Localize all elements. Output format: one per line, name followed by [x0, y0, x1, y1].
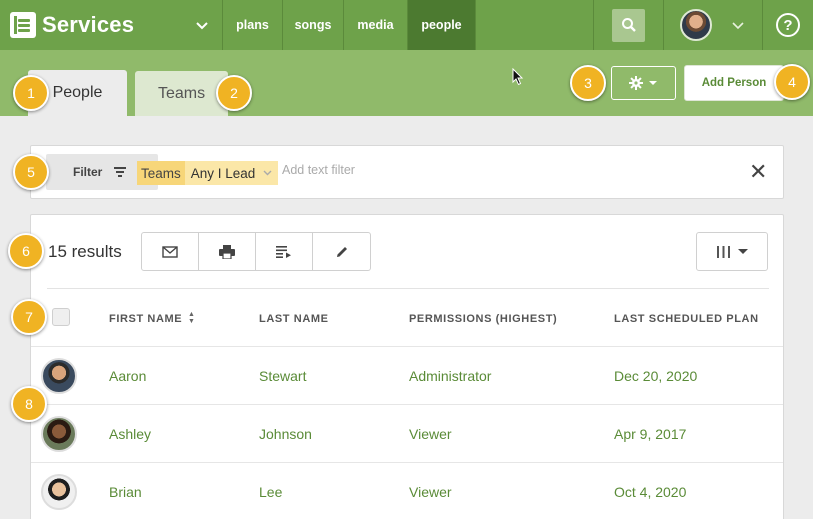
column-header-last-plan[interactable]: LAST SCHEDULED PLAN: [614, 313, 759, 325]
avatar: [41, 416, 77, 452]
gear-icon: [629, 76, 643, 90]
chevron-down-icon: [263, 168, 272, 178]
email-button[interactable]: [142, 233, 199, 270]
columns-button[interactable]: [696, 232, 768, 271]
mouse-cursor-icon: [512, 68, 524, 86]
avatar: [41, 474, 77, 510]
table-row[interactable]: Brian Lee Viewer Oct 4, 2020: [31, 462, 783, 519]
nav-plans[interactable]: plans: [223, 0, 283, 50]
permission-link[interactable]: Viewer: [409, 426, 452, 442]
callout-3: 3: [570, 65, 606, 101]
caret-down-icon: [737, 248, 748, 254]
chevron-down-icon: [732, 17, 744, 33]
last-plan-link[interactable]: Apr 9, 2017: [614, 426, 686, 442]
services-logo-icon: [10, 12, 36, 38]
avatar: [680, 9, 712, 41]
chevron-down-icon: [196, 18, 208, 33]
last-name-link[interactable]: Stewart: [259, 368, 306, 384]
tab-teams[interactable]: Teams: [135, 71, 228, 116]
search-icon: [621, 18, 636, 32]
permission-link[interactable]: Administrator: [409, 368, 491, 384]
columns-icon: [716, 245, 730, 258]
playlist-icon: [276, 245, 291, 258]
callout-4: 4: [774, 64, 810, 100]
filter-chip-key: Teams: [137, 161, 185, 185]
bulk-actions: [141, 232, 371, 271]
close-icon[interactable]: ✕: [749, 160, 767, 184]
print-button[interactable]: [199, 233, 256, 270]
permission-link[interactable]: Viewer: [409, 484, 452, 500]
callout-7: 7: [11, 299, 47, 335]
first-name-link[interactable]: Brian: [109, 484, 142, 500]
column-header-permissions[interactable]: PERMISSIONS (HIGHEST): [409, 313, 557, 325]
sort-icon[interactable]: ▲ ▼: [188, 311, 195, 325]
nav-people[interactable]: people: [408, 0, 476, 50]
search-button[interactable]: [612, 8, 645, 42]
edit-button[interactable]: [313, 233, 370, 270]
mail-icon: [162, 245, 178, 258]
column-header-first-name[interactable]: FIRST NAME: [109, 313, 182, 325]
print-icon: [219, 244, 235, 259]
text-filter-input[interactable]: Add text filter: [282, 163, 355, 177]
filter-label: Filter: [73, 165, 103, 179]
callout-5: 5: [13, 154, 49, 190]
help-icon[interactable]: ?: [776, 13, 800, 37]
callout-6: 6: [8, 233, 44, 269]
filter-icon: [114, 167, 127, 177]
results-panel: 15 results FIRST NAME ▲ ▼ LAST NAME PERMI…: [30, 214, 784, 519]
select-all-checkbox[interactable]: [52, 308, 70, 326]
page-header: People Teams Add Person: [0, 50, 813, 116]
top-nav: Services plans songs media people ?: [0, 0, 813, 50]
callout-2: 2: [216, 75, 252, 111]
callout-8: 8: [11, 386, 47, 422]
add-to-list-button[interactable]: [256, 233, 313, 270]
table-row[interactable]: Ashley Johnson Viewer Apr 9, 2017: [31, 404, 783, 462]
results-count: 15 results: [48, 242, 122, 261]
app-title: Services: [42, 12, 135, 37]
caret-down-icon: [649, 81, 657, 85]
callout-1: 1: [13, 75, 49, 111]
first-name-link[interactable]: Aaron: [109, 368, 146, 384]
avatar: [41, 358, 77, 394]
pencil-icon: [336, 246, 347, 257]
last-name-link[interactable]: Johnson: [259, 426, 312, 442]
filter-chip-value: Any I Lead: [190, 165, 256, 181]
last-plan-link[interactable]: Oct 4, 2020: [614, 484, 686, 500]
nav-songs[interactable]: songs: [283, 0, 344, 50]
last-plan-link[interactable]: Dec 20, 2020: [614, 368, 697, 384]
last-name-link[interactable]: Lee: [259, 484, 282, 500]
column-header-last-name[interactable]: LAST NAME: [259, 313, 329, 325]
table-row[interactable]: Aaron Stewart Administrator Dec 20, 2020: [31, 346, 783, 404]
filter-bar: Filter Teams Any I Lead Add text filter …: [30, 145, 784, 199]
nav-media[interactable]: media: [344, 0, 408, 50]
app-switcher[interactable]: Services: [0, 0, 223, 50]
first-name-link[interactable]: Ashley: [109, 426, 151, 442]
settings-button[interactable]: [611, 66, 676, 100]
add-person-button[interactable]: Add Person: [684, 65, 784, 101]
filter-chip[interactable]: Teams Any I Lead: [137, 161, 279, 185]
user-menu[interactable]: [663, 0, 763, 50]
